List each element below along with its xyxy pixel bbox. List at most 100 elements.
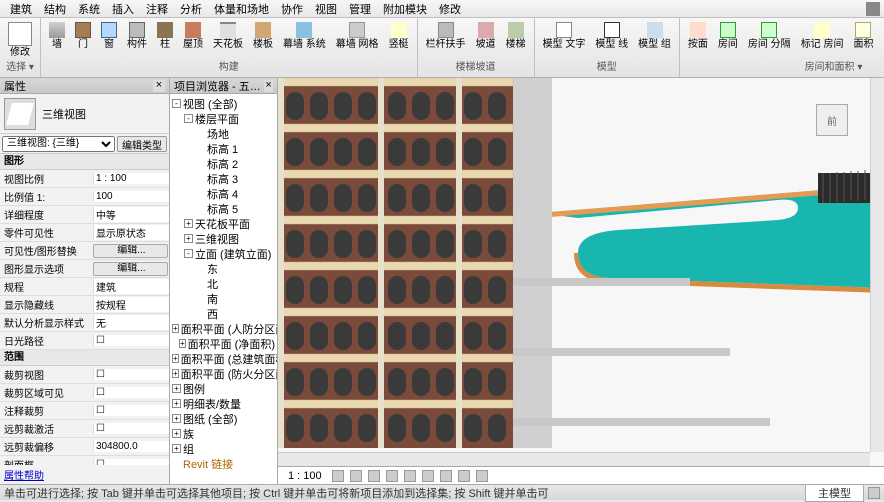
ribbon-btn-模型文字[interactable]: 模型 文字 [539, 20, 590, 52]
expand-icon[interactable]: + [172, 324, 179, 333]
ribbon-btn-房间分隔[interactable]: 房间 分隔 [744, 20, 795, 52]
hide-isolate-icon[interactable] [458, 470, 470, 482]
tree-node[interactable]: +图例 [172, 381, 275, 396]
prop-row[interactable]: 默认分析显示样式无 [0, 314, 169, 332]
tree-node[interactable]: 南 [172, 291, 275, 306]
prop-row[interactable]: 比例值 1:100 [0, 188, 169, 206]
prop-row[interactable]: 详细程度中等 [0, 206, 169, 224]
view-scale[interactable]: 1 : 100 [284, 470, 326, 482]
ribbon-btn-竖梃[interactable]: 竖梃 [385, 20, 413, 52]
menu-注释[interactable]: 注释 [140, 1, 174, 17]
expand-icon[interactable]: + [179, 339, 186, 348]
reveal-icon[interactable] [476, 470, 488, 482]
menu-视图[interactable]: 视图 [309, 1, 343, 17]
ribbon-btn-按面[interactable]: 按面 [684, 20, 712, 52]
tree-node[interactable]: +族 [172, 426, 275, 441]
prop-row[interactable]: 注释裁剪☐ [0, 402, 169, 420]
ribbon-btn-模型组[interactable]: 模型 组 [634, 20, 675, 52]
prop-category[interactable]: 范围 [0, 350, 169, 366]
prop-value[interactable]: ☐ [93, 335, 169, 346]
menu-协作[interactable]: 协作 [275, 1, 309, 17]
tree-node[interactable]: 标高 3 [172, 171, 275, 186]
edit-type-button[interactable]: 编辑类型 [117, 136, 167, 152]
ribbon-btn-楼梯[interactable]: 楼梯 [502, 20, 530, 52]
expand-icon[interactable]: - [184, 114, 193, 123]
ribbon-btn-幕墙系统[interactable]: 幕墙 系统 [279, 20, 330, 52]
tree-node[interactable]: 标高 1 [172, 141, 275, 156]
prop-value[interactable]: 无 [93, 315, 169, 330]
expand-icon[interactable]: + [172, 354, 179, 363]
tree-node[interactable]: 北 [172, 276, 275, 291]
menu-修改[interactable]: 修改 [433, 1, 467, 17]
menu-分析[interactable]: 分析 [174, 1, 208, 17]
tree-node[interactable]: 东 [172, 261, 275, 276]
ribbon-btn-天花板[interactable]: 天花板 [209, 20, 247, 52]
expand-icon[interactable]: - [172, 99, 181, 108]
tree-node[interactable]: +组 [172, 441, 275, 456]
filter-select[interactable]: 主模型 [805, 484, 864, 502]
view-cube-face[interactable]: 前 [816, 104, 848, 136]
expand-icon[interactable]: + [172, 399, 181, 408]
ribbon-btn-模型线[interactable]: 模型 线 [591, 20, 632, 52]
expand-icon[interactable]: + [172, 369, 179, 378]
prop-row[interactable]: 图形显示选项编辑... [0, 260, 169, 278]
prop-row[interactable]: 剖面框☐ [0, 456, 169, 465]
tree-node[interactable]: 标高 4 [172, 186, 275, 201]
prop-value[interactable]: 1 : 100 [93, 173, 169, 184]
prop-row[interactable]: 可见性/图形替换编辑... [0, 242, 169, 260]
tree-node[interactable]: -立面 (建筑立面) [172, 246, 275, 261]
render-icon[interactable] [404, 470, 416, 482]
tree-node[interactable]: +面积平面 (人防分区面积) [172, 321, 275, 336]
menu-管理[interactable]: 管理 [343, 1, 377, 17]
detail-level-icon[interactable] [332, 470, 344, 482]
prop-value[interactable]: 304800.0 [93, 441, 169, 452]
expand-icon[interactable]: + [172, 444, 181, 453]
tree-node[interactable]: 西 [172, 306, 275, 321]
expand-icon[interactable]: + [184, 234, 193, 243]
type-selector[interactable]: 三维视图 [0, 94, 169, 134]
project-tree[interactable]: -视图 (全部)-楼层平面场地标高 1标高 2标高 3标高 4标高 5+天花板平… [170, 94, 277, 484]
ribbon-btn-楼板[interactable]: 楼板 [249, 20, 277, 52]
ribbon-btn-幕墙网格[interactable]: 幕墙 网格 [332, 20, 383, 52]
prop-value[interactable]: 中等 [93, 207, 169, 222]
shadows-icon[interactable] [386, 470, 398, 482]
prop-row[interactable]: 零件可见性显示原状态 [0, 224, 169, 242]
expand-icon[interactable]: + [172, 429, 181, 438]
close-icon[interactable]: × [264, 80, 273, 92]
menu-建筑[interactable]: 建筑 [4, 1, 38, 17]
menu-结构[interactable]: 结构 [38, 1, 72, 17]
instance-select[interactable]: 三维视图: {三维} [2, 136, 115, 152]
tree-node[interactable]: Revit 链接 [172, 456, 275, 471]
ribbon-btn-屋顶[interactable]: 屋顶 [179, 20, 207, 52]
tree-node[interactable]: +面积平面 (总建筑面积) [172, 351, 275, 366]
menu-体量和场地[interactable]: 体量和场地 [208, 1, 275, 17]
scrollbar-horizontal[interactable] [278, 452, 870, 466]
prop-value[interactable]: ☐ [93, 423, 169, 434]
prop-value[interactable]: 编辑... [93, 262, 168, 276]
tree-node[interactable]: +三维视图 [172, 231, 275, 246]
status-icon[interactable] [868, 487, 880, 499]
tree-node[interactable]: 场地 [172, 126, 275, 141]
ribbon-btn-门[interactable]: 门 [71, 20, 95, 52]
tree-node[interactable]: -视图 (全部) [172, 96, 275, 111]
prop-row[interactable]: 裁剪区域可见☐ [0, 384, 169, 402]
expand-icon[interactable]: + [172, 414, 181, 423]
ribbon-btn-窗[interactable]: 窗 [97, 20, 121, 52]
expand-icon[interactable]: + [172, 384, 181, 393]
properties-help-link[interactable]: 属性帮助 [0, 465, 169, 484]
tree-node[interactable]: +天花板平面 [172, 216, 275, 231]
close-icon[interactable]: × [153, 80, 165, 92]
tree-node[interactable]: 标高 2 [172, 156, 275, 171]
prop-row[interactable]: 远剪裁激活☐ [0, 420, 169, 438]
ribbon-btn-栏杆扶手[interactable]: 栏杆扶手 [422, 20, 470, 52]
prop-value[interactable]: ☐ [93, 405, 169, 416]
prop-row[interactable]: 远剪裁偏移304800.0 [0, 438, 169, 456]
prop-row[interactable]: 规程建筑 [0, 278, 169, 296]
ribbon-btn-面积边界[interactable]: 面积 边界 [879, 20, 884, 52]
ribbon-btn-墙[interactable]: 墙 [45, 20, 69, 52]
prop-value[interactable]: 建筑 [93, 279, 169, 294]
tree-node[interactable]: +面积平面 (净面积) [172, 336, 275, 351]
ribbon-btn-房间[interactable]: 房间 [714, 20, 742, 52]
prop-value[interactable]: 按规程 [93, 297, 169, 312]
prop-row[interactable]: 显示隐藏线按规程 [0, 296, 169, 314]
